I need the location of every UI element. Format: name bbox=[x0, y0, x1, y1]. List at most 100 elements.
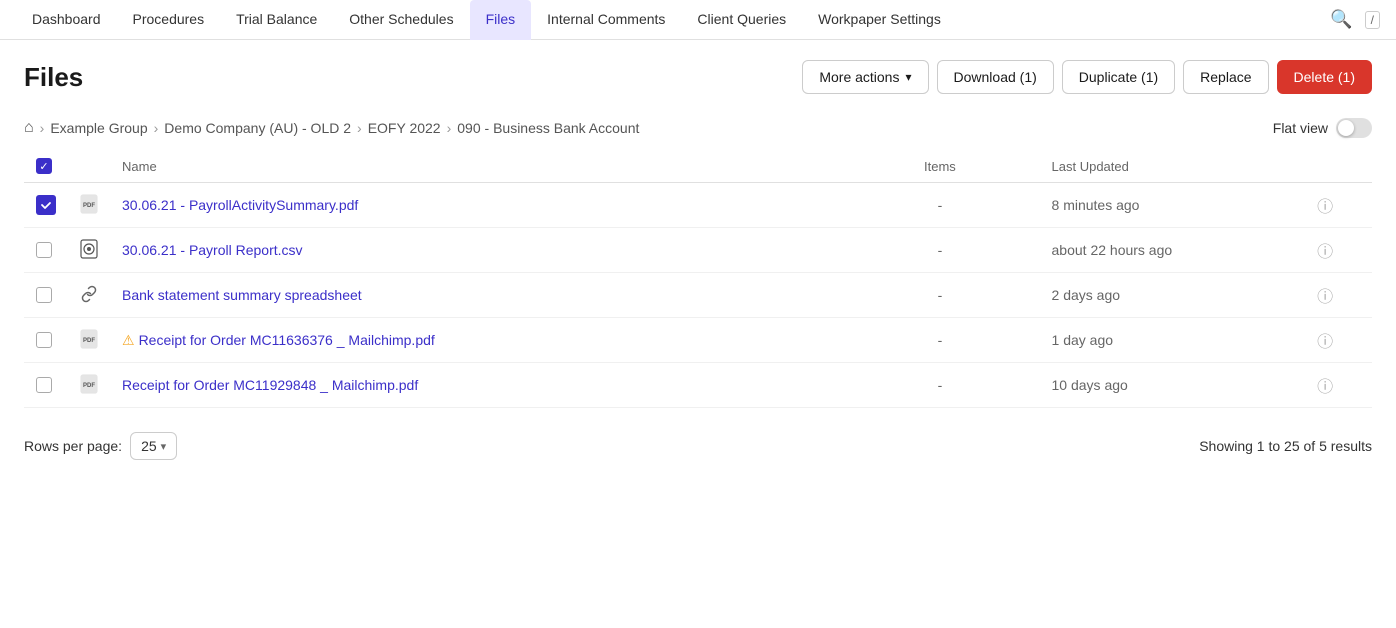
chevron-down-icon: ▾ bbox=[905, 70, 911, 84]
info-icon[interactable]: ⓘ bbox=[1317, 199, 1333, 216]
nav-item-trial-balance[interactable]: Trial Balance bbox=[220, 0, 333, 40]
replace-button[interactable]: Replace bbox=[1183, 60, 1268, 94]
nav-item-client-queries[interactable]: Client Queries bbox=[681, 0, 802, 40]
row-name-cell: Bank statement summary spreadsheet bbox=[110, 273, 840, 318]
flat-view-toggle[interactable] bbox=[1336, 118, 1372, 138]
row-updated-cell: 2 days ago bbox=[1040, 273, 1306, 318]
pagination-bar: Rows per page: 25 ▾ Showing 1 to 25 of 5… bbox=[0, 416, 1396, 476]
files-table-wrap: Name Items Last Updated PDF30.06.21 - Pa… bbox=[0, 150, 1396, 408]
breadcrumb-item-3[interactable]: 090 - Business Bank Account bbox=[457, 120, 639, 136]
rows-per-page-value: 25 bbox=[141, 438, 157, 454]
row-items-cell: - bbox=[840, 228, 1039, 273]
row-info-cell: ⓘ bbox=[1305, 273, 1372, 318]
file-type-icon bbox=[80, 246, 98, 262]
breadcrumb-arrow-2: › bbox=[357, 120, 362, 136]
home-icon[interactable]: ⌂ bbox=[24, 119, 34, 137]
search-icon[interactable]: 🔍 bbox=[1330, 9, 1352, 30]
row-name-cell: Receipt for Order MC11929848 _ Mailchimp… bbox=[110, 363, 840, 408]
nav-right: 🔍 / bbox=[1330, 9, 1380, 30]
info-icon[interactable]: ⓘ bbox=[1317, 379, 1333, 396]
breadcrumb-item-0[interactable]: Example Group bbox=[50, 120, 147, 136]
row-updated-cell: 10 days ago bbox=[1040, 363, 1306, 408]
duplicate-label: Duplicate (1) bbox=[1079, 69, 1158, 85]
row-info-cell: ⓘ bbox=[1305, 183, 1372, 228]
nav-item-procedures[interactable]: Procedures bbox=[117, 0, 221, 40]
svg-text:PDF: PDF bbox=[83, 383, 95, 389]
row-info-cell: ⓘ bbox=[1305, 318, 1372, 363]
row-items-cell: - bbox=[840, 273, 1039, 318]
row-file-icon-cell: PDF bbox=[68, 318, 110, 363]
th-info bbox=[1305, 150, 1372, 183]
row-checkbox-cell bbox=[24, 318, 68, 363]
file-name-link[interactable]: 30.06.21 - Payroll Report.csv bbox=[122, 242, 303, 258]
page-title: Files bbox=[24, 62, 83, 93]
download-button[interactable]: Download (1) bbox=[937, 60, 1054, 94]
more-actions-label: More actions bbox=[819, 69, 899, 85]
slash-shortcut[interactable]: / bbox=[1365, 11, 1380, 29]
row-name-cell: ⚠Receipt for Order MC11636376 _ Mailchim… bbox=[110, 318, 840, 363]
download-label: Download (1) bbox=[954, 69, 1037, 85]
rows-per-page-select[interactable]: 25 ▾ bbox=[130, 432, 177, 460]
breadcrumb: ⌂ › Example Group › Demo Company (AU) - … bbox=[0, 110, 1396, 150]
delete-label: Delete (1) bbox=[1294, 69, 1355, 85]
info-icon[interactable]: ⓘ bbox=[1317, 289, 1333, 306]
row-checked-icon[interactable] bbox=[36, 195, 56, 215]
select-chevron-icon: ▾ bbox=[161, 440, 167, 453]
breadcrumb-arrow-3: › bbox=[447, 120, 452, 136]
file-name-link[interactable]: Receipt for Order MC11636376 _ Mailchimp… bbox=[139, 332, 435, 348]
flat-view-label: Flat view bbox=[1273, 120, 1328, 136]
row-checkbox-cell bbox=[24, 363, 68, 408]
th-checkbox bbox=[24, 150, 68, 183]
row-checkbox[interactable] bbox=[36, 377, 52, 393]
info-icon[interactable]: ⓘ bbox=[1317, 334, 1333, 351]
table-row: PDF 30.06.21 - PayrollActivitySummary.pdf… bbox=[24, 183, 1372, 228]
row-name-cell: 30.06.21 - Payroll Report.csv bbox=[110, 228, 840, 273]
file-type-icon bbox=[80, 290, 98, 306]
row-checkbox[interactable] bbox=[36, 332, 52, 348]
breadcrumb-arrow-1: › bbox=[154, 120, 159, 136]
file-name-link[interactable]: Receipt for Order MC11929848 _ Mailchimp… bbox=[122, 377, 418, 393]
table-row: Bank statement summary spreadsheet -2 day… bbox=[24, 273, 1372, 318]
row-updated-cell: 1 day ago bbox=[1040, 318, 1306, 363]
file-type-icon: PDF bbox=[80, 381, 98, 397]
delete-button[interactable]: Delete (1) bbox=[1277, 60, 1372, 94]
row-updated-cell: about 22 hours ago bbox=[1040, 228, 1306, 273]
row-checkbox[interactable] bbox=[36, 287, 52, 303]
row-items-cell: - bbox=[840, 183, 1039, 228]
th-last-updated: Last Updated bbox=[1040, 150, 1306, 183]
nav-item-files[interactable]: Files bbox=[470, 0, 532, 40]
table-row: PDF ⚠Receipt for Order MC11636376 _ Mailc… bbox=[24, 318, 1372, 363]
file-name-link[interactable]: 30.06.21 - PayrollActivitySummary.pdf bbox=[122, 197, 358, 213]
more-actions-button[interactable]: More actions ▾ bbox=[802, 60, 928, 94]
breadcrumb-arrow-0: › bbox=[40, 120, 45, 136]
row-checkbox[interactable] bbox=[36, 242, 52, 258]
file-type-icon: PDF bbox=[80, 201, 98, 217]
table-row: PDF Receipt for Order MC11929848 _ Mailch… bbox=[24, 363, 1372, 408]
th-icon bbox=[68, 150, 110, 183]
breadcrumb-right: Flat view bbox=[1273, 118, 1372, 138]
nav-item-dashboard[interactable]: Dashboard bbox=[16, 0, 117, 40]
breadcrumb-item-2[interactable]: EOFY 2022 bbox=[368, 120, 441, 136]
row-items-cell: - bbox=[840, 318, 1039, 363]
row-name-cell: 30.06.21 - PayrollActivitySummary.pdf bbox=[110, 183, 840, 228]
duplicate-button[interactable]: Duplicate (1) bbox=[1062, 60, 1175, 94]
row-checkbox-cell bbox=[24, 273, 68, 318]
file-type-icon: PDF bbox=[80, 336, 98, 352]
nav-item-other-schedules[interactable]: Other Schedules bbox=[333, 0, 469, 40]
info-icon[interactable]: ⓘ bbox=[1317, 244, 1333, 261]
svg-text:PDF: PDF bbox=[83, 203, 95, 209]
row-info-cell: ⓘ bbox=[1305, 363, 1372, 408]
row-updated-cell: 8 minutes ago bbox=[1040, 183, 1306, 228]
breadcrumb-item-1[interactable]: Demo Company (AU) - OLD 2 bbox=[164, 120, 351, 136]
replace-label: Replace bbox=[1200, 69, 1251, 85]
file-name-link[interactable]: Bank statement summary spreadsheet bbox=[122, 287, 362, 303]
select-all-checkbox[interactable] bbox=[36, 158, 52, 174]
nav-item-workpaper-settings[interactable]: Workpaper Settings bbox=[802, 0, 957, 40]
pagination-info: Showing 1 to 25 of 5 results bbox=[1199, 438, 1372, 454]
th-items: Items bbox=[840, 150, 1039, 183]
row-file-icon-cell bbox=[68, 228, 110, 273]
svg-text:PDF: PDF bbox=[83, 338, 95, 344]
toggle-thumb bbox=[1338, 120, 1354, 136]
nav-item-internal-comments[interactable]: Internal Comments bbox=[531, 0, 681, 40]
row-info-cell: ⓘ bbox=[1305, 228, 1372, 273]
